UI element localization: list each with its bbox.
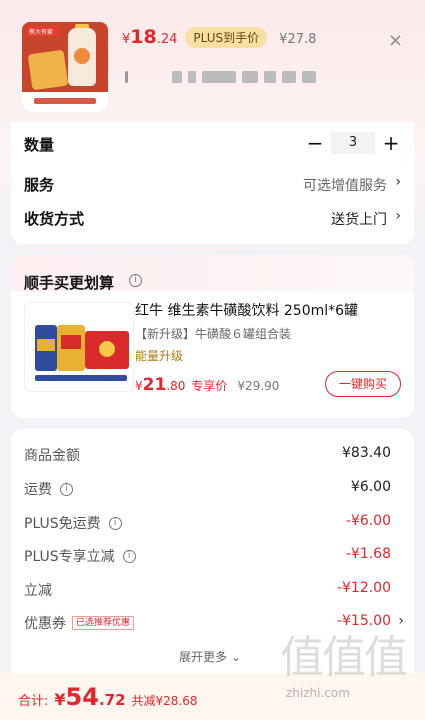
product-strip	[35, 375, 127, 381]
fee-value: ¥83.40	[342, 445, 391, 461]
price-decimal: .80	[166, 379, 186, 393]
quantity-input[interactable]: 3	[331, 132, 375, 154]
price-symbol: ¥	[54, 690, 66, 709]
fee-label: 立减	[24, 583, 52, 599]
service-value: 可选增值服务	[303, 178, 387, 194]
price-symbol: ¥	[135, 379, 143, 393]
price-row: ¥ 18 .24 PLUS到手价 ¥27.8	[122, 26, 316, 48]
info-icon[interactable]: i	[108, 516, 122, 530]
fee-label: 优惠券	[24, 616, 66, 632]
order-options-card: 数量 − 3 + 服务 可选增值服务 › 收货方式 送货上门 ›	[11, 122, 414, 244]
expand-more-link[interactable]: 展开更多 ⌄	[179, 648, 241, 665]
product-thumbnail[interactable]: 熊大有家	[22, 22, 108, 112]
fee-value: ¥6.00	[350, 479, 391, 495]
fee-label: PLUS免运费	[24, 516, 101, 532]
fee-label: 商品金额	[24, 448, 80, 464]
price-decimal: .24	[156, 32, 178, 47]
quantity-label: 数量	[24, 136, 55, 154]
can-image	[35, 325, 57, 371]
product-header: 熊大有家 ¥ 18 .24 PLUS到手价 ¥27.8 ×	[0, 0, 425, 122]
chevron-right-icon: ›	[395, 208, 401, 224]
fee-value: -¥12.00	[336, 580, 391, 596]
fee-value: -¥6.00	[345, 513, 391, 529]
fee-row: 立减 -¥12.00	[24, 580, 401, 600]
delivery-row[interactable]: 收货方式 送货上门 ›	[24, 206, 401, 230]
coupon-chip: 已选推荐优惠	[72, 616, 135, 630]
bundle-product-subtitle: 【新升级】牛磺酸６罐组合装	[135, 327, 292, 341]
watermark-url: zhizhi.com	[286, 686, 350, 700]
quantity-row: 数量 − 3 +	[24, 132, 401, 156]
exclusive-price-label: 专享价	[191, 379, 228, 393]
chevron-right-icon: ›	[395, 174, 401, 190]
original-price: ¥29.90	[237, 379, 280, 393]
close-icon[interactable]: ×	[388, 30, 403, 51]
total-saved: 共减¥28.68	[131, 694, 198, 708]
total-decimal: .72	[98, 691, 126, 709]
fee-label: 运费	[24, 482, 52, 498]
site-watermark: 值值值 zhizhi.com	[280, 632, 420, 701]
original-price: ¥27.8	[279, 32, 317, 47]
total-price: 合计: ¥ 54 .72 共减¥28.68	[18, 683, 198, 711]
info-icon[interactable]: i	[129, 274, 142, 287]
fee-row: PLUS专享立减 i -¥1.68	[24, 546, 401, 566]
box-image	[85, 331, 129, 369]
info-icon[interactable]: i	[122, 549, 136, 563]
total-integer: 54	[65, 683, 99, 711]
obscured-product-title	[125, 66, 322, 83]
bundle-product-name[interactable]: 红牛 维生素牛磺酸饮料 250ml*6罐	[135, 300, 358, 320]
service-row[interactable]: 服务 可选增值服务 ›	[24, 172, 401, 196]
quantity-stepper: − 3 +	[305, 132, 401, 154]
service-label: 服务	[24, 176, 55, 194]
bundle-price: ¥ 21 .80 专享价 ¥29.90	[135, 375, 279, 395]
chevron-right-icon: ›	[398, 613, 404, 629]
bundle-product-tag: 能量升级	[135, 349, 184, 363]
total-label: 合计:	[18, 694, 49, 709]
coupon-row[interactable]: 优惠券 已选推荐优惠 -¥15.00 ›	[24, 613, 404, 633]
bundle-product-image[interactable]	[24, 302, 134, 392]
price-symbol: ¥	[122, 32, 131, 47]
bottle-image	[68, 28, 96, 86]
fee-row: PLUS免运费 i -¥6.00	[24, 513, 401, 533]
can-image	[57, 325, 85, 371]
fee-value: -¥1.68	[345, 546, 391, 562]
plus-price-badge: PLUS到手价	[185, 26, 268, 48]
fee-row: 商品金额 ¥83.40	[24, 445, 401, 465]
fee-label: PLUS专享立减	[24, 549, 115, 565]
delivery-value: 送货上门	[331, 212, 387, 228]
price-integer: 21	[142, 375, 167, 395]
one-click-buy-button[interactable]: 一键购买	[325, 371, 401, 397]
bundle-title: 顺手买更划算	[24, 274, 115, 292]
fee-row: 运费 i ¥6.00	[24, 479, 401, 499]
package-image	[27, 49, 69, 91]
minus-button[interactable]: −	[305, 132, 325, 154]
fee-value: -¥15.00	[336, 613, 391, 629]
thumb-banner	[22, 92, 108, 112]
bundle-card: 顺手买更划算 i 红牛 维生素牛磺酸饮料 250ml*6罐 【新升级】牛磺酸６罐…	[11, 255, 414, 418]
price-integer: 18	[130, 26, 157, 48]
watermark-glyphs: 值值值	[280, 632, 408, 683]
brand-tag: 熊大有家	[26, 26, 60, 36]
plus-button[interactable]: +	[381, 132, 401, 154]
delivery-label: 收货方式	[24, 210, 85, 228]
info-icon[interactable]: i	[60, 482, 73, 496]
